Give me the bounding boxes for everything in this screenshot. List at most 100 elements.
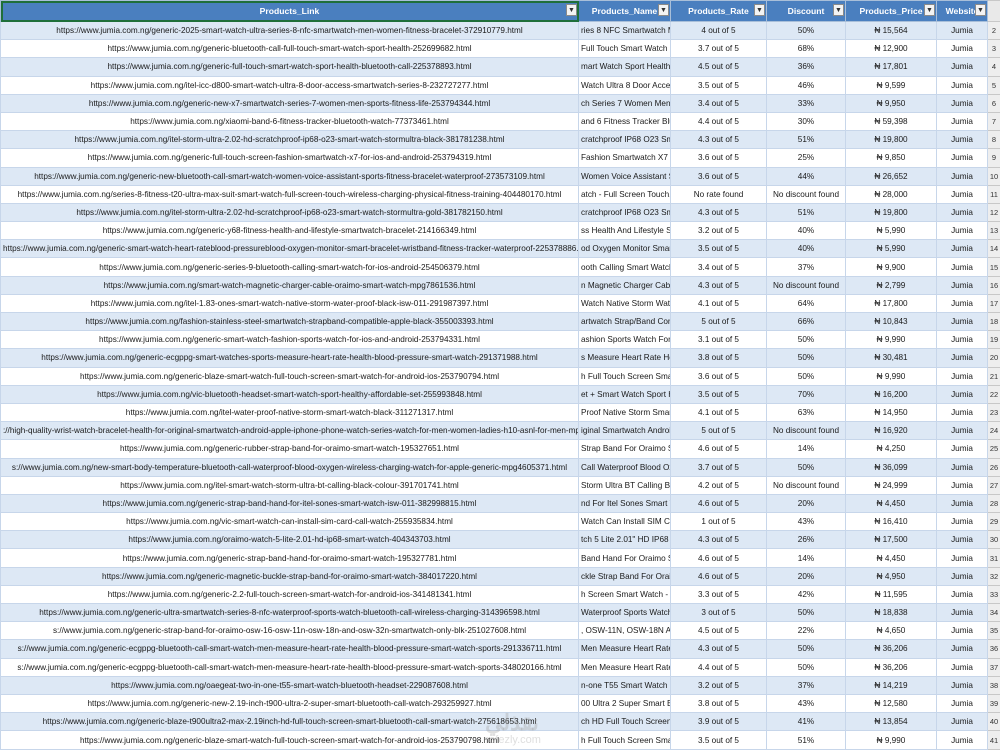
cell-discount[interactable]: 43%: [766, 512, 846, 532]
cell-products-price[interactable]: ₦ 30,481: [845, 348, 937, 368]
cell-website[interactable]: Jumia: [936, 712, 988, 732]
cell-products-name[interactable]: Watch Ultra 8 Door Access: [578, 75, 671, 95]
cell-products-link[interactable]: https://www.jumia.com.ng/generic-rubber-…: [0, 439, 579, 459]
row-number[interactable]: 18: [987, 311, 1000, 332]
cell-products-rate[interactable]: 3.3 out of 5: [670, 584, 767, 605]
cell-products-name[interactable]: Watch Native Storm Water I: [578, 293, 671, 314]
row-number[interactable]: 22: [987, 384, 1000, 404]
cell-products-name[interactable]: ch HD Full Touch Screen Sm: [578, 712, 671, 732]
cell-discount[interactable]: 68%: [766, 39, 846, 59]
cell-products-link[interactable]: https://www.jumia.com.ng/generic-smart-w…: [0, 330, 579, 350]
row-number[interactable]: 6: [987, 93, 1000, 113]
header-products-name[interactable]: Products_Name ▼: [578, 0, 671, 22]
cell-website[interactable]: Jumia: [936, 20, 988, 41]
cell-products-name[interactable]: h Full Touch Screen Smart W: [578, 730, 671, 750]
cell-products-price[interactable]: ₦ 5,990: [845, 221, 937, 241]
cell-products-link[interactable]: s://www.jumia.com.ng/new-smart-body-temp…: [0, 457, 579, 477]
cell-website[interactable]: Jumia: [936, 148, 988, 168]
cell-website[interactable]: Jumia: [936, 239, 988, 259]
cell-products-rate[interactable]: 5 out of 5: [670, 311, 767, 332]
cell-discount[interactable]: 44%: [766, 166, 846, 186]
cell-products-link[interactable]: https://www.jumia.com.ng/generic-ultra-s…: [0, 602, 579, 623]
cell-products-name[interactable]: iginal Smartwatch Android &: [578, 421, 671, 441]
cell-website[interactable]: Jumia: [936, 548, 988, 568]
cell-products-name[interactable]: nd For Itel Sones Smart Wat: [578, 493, 671, 514]
cell-products-price[interactable]: ₦ 16,410: [845, 512, 937, 532]
row-number[interactable]: 37: [987, 657, 1000, 677]
cell-website[interactable]: Jumia: [936, 293, 988, 314]
row-number[interactable]: 31: [987, 548, 1000, 568]
row-number[interactable]: 29: [987, 512, 1000, 532]
cell-products-price[interactable]: ₦ 14,950: [845, 402, 937, 423]
row-number[interactable]: 3: [987, 39, 1000, 59]
cell-discount[interactable]: 50%: [766, 348, 846, 368]
cell-products-name[interactable]: tch 5 Lite 2.01" HD IP68 Sm: [578, 530, 671, 550]
header-products-link[interactable]: Products_Link ▼: [0, 0, 579, 22]
cell-products-price[interactable]: ₦ 4,950: [845, 566, 937, 586]
cell-website[interactable]: Jumia: [936, 221, 988, 241]
row-number[interactable]: 41: [987, 730, 1000, 750]
cell-products-link[interactable]: https://www.jumia.com.ng/generic-blaze-s…: [0, 366, 579, 386]
cell-discount[interactable]: 40%: [766, 239, 846, 259]
cell-products-price[interactable]: ₦ 13,854: [845, 712, 937, 732]
cell-products-name[interactable]: ries 8 NFC Smartwatch Mer: [578, 20, 671, 41]
cell-discount[interactable]: 37%: [766, 257, 846, 277]
cell-discount[interactable]: 33%: [766, 93, 846, 113]
row-number[interactable]: 8: [987, 130, 1000, 150]
cell-products-price[interactable]: ₦ 15,564: [845, 20, 937, 41]
cell-website[interactable]: Jumia: [936, 39, 988, 59]
cell-products-link[interactable]: https://www.jumia.com.ng/oraimo-watch-5-…: [0, 530, 579, 550]
cell-products-price[interactable]: ₦ 9,850: [845, 148, 937, 168]
cell-website[interactable]: Jumia: [936, 675, 988, 695]
cell-products-name[interactable]: Watch Can Install SIM Card: [578, 512, 671, 532]
cell-products-name[interactable]: artwatch Strap/Band Compa: [578, 311, 671, 332]
cell-products-price[interactable]: ₦ 9,990: [845, 730, 937, 750]
cell-products-link[interactable]: https://www.jumia.com.ng/generic-ecgppg-…: [0, 348, 579, 368]
cell-products-name[interactable]: , OSW-11N, OSW-18N And C: [578, 621, 671, 641]
cell-products-price[interactable]: ₦ 12,580: [845, 693, 937, 714]
filter-dropdown-icon[interactable]: ▼: [566, 4, 577, 16]
cell-products-rate[interactable]: 3.7 out of 5: [670, 39, 767, 59]
filter-dropdown-icon[interactable]: ▼: [833, 4, 844, 16]
cell-website[interactable]: Jumia: [936, 384, 988, 404]
cell-products-rate[interactable]: 3.5 out of 5: [670, 75, 767, 95]
cell-products-link[interactable]: s://www.jumia.com.ng/generic-strap-band-…: [0, 621, 579, 641]
cell-website[interactable]: Jumia: [936, 257, 988, 277]
cell-products-rate[interactable]: 3.5 out of 5: [670, 239, 767, 259]
cell-website[interactable]: Jumia: [936, 311, 988, 332]
cell-products-name[interactable]: 00 Ultra 2 Super Smart Blue: [578, 693, 671, 714]
cell-products-rate[interactable]: 4.3 out of 5: [670, 130, 767, 150]
cell-discount[interactable]: 25%: [766, 148, 846, 168]
cell-products-link[interactable]: https://www.jumia.com.ng/generic-magneti…: [0, 566, 579, 586]
cell-products-rate[interactable]: 4.3 out of 5: [670, 530, 767, 550]
cell-products-rate[interactable]: No rate found: [670, 184, 767, 204]
cell-website[interactable]: Jumia: [936, 130, 988, 150]
row-number[interactable]: 16: [987, 275, 1000, 295]
cell-products-rate[interactable]: 3.8 out of 5: [670, 348, 767, 368]
row-number[interactable]: 2: [987, 20, 1000, 41]
cell-products-price[interactable]: ₦ 59,398: [845, 111, 937, 132]
row-number[interactable]: 10: [987, 166, 1000, 186]
cell-products-link[interactable]: https://www.jumia.com.ng/generic-smart-w…: [0, 239, 579, 259]
row-number[interactable]: 38: [987, 675, 1000, 695]
row-number[interactable]: 36: [987, 639, 1000, 659]
row-number[interactable]: 26: [987, 457, 1000, 477]
cell-products-price[interactable]: ₦ 10,843: [845, 311, 937, 332]
row-number[interactable]: 20: [987, 348, 1000, 368]
cell-website[interactable]: Jumia: [936, 421, 988, 441]
row-number[interactable]: 40: [987, 712, 1000, 732]
cell-products-rate[interactable]: 3.1 out of 5: [670, 330, 767, 350]
cell-products-name[interactable]: mart Watch Sport Health Bl: [578, 57, 671, 77]
cell-website[interactable]: Jumia: [936, 730, 988, 750]
cell-website[interactable]: Jumia: [936, 657, 988, 677]
cell-products-rate[interactable]: 4.2 out of 5: [670, 475, 767, 495]
row-number[interactable]: 21: [987, 366, 1000, 386]
cell-products-rate[interactable]: 4.3 out of 5: [670, 639, 767, 659]
cell-discount[interactable]: 63%: [766, 402, 846, 423]
row-number[interactable]: 14: [987, 239, 1000, 259]
header-discount[interactable]: Discount ▼: [766, 0, 846, 22]
cell-products-price[interactable]: ₦ 9,950: [845, 93, 937, 113]
cell-products-link[interactable]: https://www.jumia.com.ng/generic-new-x7-…: [0, 93, 579, 113]
cell-products-link[interactable]: https://www.jumia.com.ng/itel-icc-d800-s…: [0, 75, 579, 95]
cell-products-name[interactable]: Full Touch Smart Watch S: [578, 39, 671, 59]
